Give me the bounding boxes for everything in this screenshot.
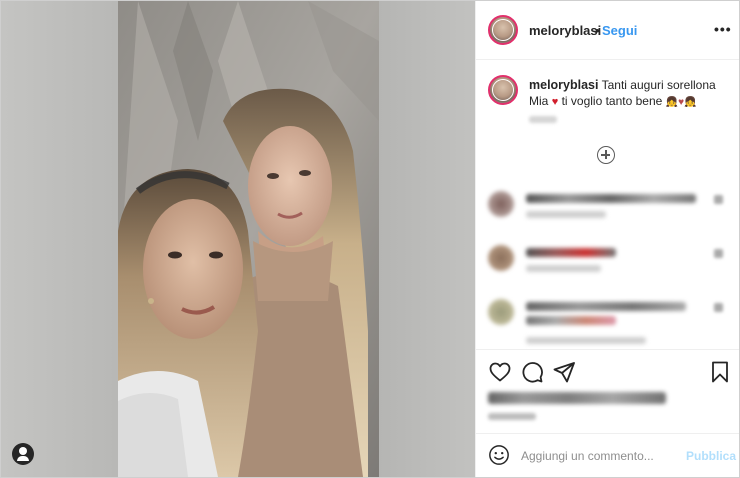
comment-avatar: [488, 191, 514, 217]
smiley-icon[interactable]: [488, 444, 510, 466]
comment-text-blurred: [526, 248, 616, 257]
post-photo[interactable]: [118, 1, 379, 477]
heart-icon[interactable]: [488, 360, 512, 384]
caption-text-mia: Mia: [529, 94, 549, 108]
author-avatar[interactable]: [488, 15, 518, 45]
post-image-area: [1, 1, 475, 477]
comment-item-blurred: [488, 191, 728, 231]
likes-count-blurred: [488, 392, 666, 404]
comment-item-blurred: [488, 245, 728, 285]
comment-meta-blurred: [526, 265, 601, 272]
caption-emojis: 👧♥👧: [665, 97, 697, 108]
comment-item-blurred: [488, 299, 728, 344]
post-header: meloryblasi • Segui •••: [476, 1, 739, 60]
separator-dot: •: [595, 23, 600, 38]
comment-icon[interactable]: [520, 360, 544, 384]
comment-heart-icon[interactable]: [714, 249, 723, 258]
post-date-blurred: [488, 413, 536, 420]
bookmark-icon[interactable]: [708, 360, 732, 384]
instagram-post-window: meloryblasi • Segui ••• meloryblasi Tant…: [0, 0, 740, 478]
more-options-icon[interactable]: •••: [714, 21, 732, 37]
comment-text-blurred: [526, 194, 696, 203]
caption-timestamp-blurred: [529, 116, 557, 123]
comment-heart-icon[interactable]: [714, 303, 723, 312]
comment-avatar: [488, 299, 514, 325]
paper-plane-icon[interactable]: [552, 360, 576, 384]
author-username[interactable]: meloryblasi: [529, 23, 601, 38]
user-tag-icon[interactable]: [12, 443, 34, 465]
image-pad-left: [1, 1, 118, 477]
plus-circle-icon[interactable]: [597, 146, 615, 164]
caption-username[interactable]: meloryblasi: [529, 78, 598, 92]
caption-text-line1: Tanti auguri sorellona: [601, 78, 716, 92]
comment-avatar: [488, 245, 514, 271]
caption-heart-emoji: ♥: [551, 96, 559, 108]
caption-text-line2: ti voglio tanto bene: [561, 94, 663, 108]
image-pad-right: [379, 1, 475, 477]
comment-meta-blurred: [526, 337, 646, 344]
publish-button[interactable]: Pubblica: [686, 449, 736, 463]
comment-input[interactable]: [521, 446, 681, 466]
comment-text-blurred: [526, 302, 686, 311]
comment-meta-blurred: [526, 211, 606, 218]
follow-button[interactable]: Segui: [602, 23, 637, 38]
add-comment-bar: Pubblica: [476, 433, 739, 477]
caption-author-avatar[interactable]: [488, 75, 518, 105]
comment-heart-icon[interactable]: [714, 195, 723, 204]
post-caption: meloryblasi Tanti auguri sorellona Mia ♥…: [529, 77, 729, 111]
post-side-panel: meloryblasi • Segui ••• meloryblasi Tant…: [475, 1, 739, 477]
comment-text-blurred: [526, 316, 616, 325]
post-actions-bar: [476, 349, 739, 434]
